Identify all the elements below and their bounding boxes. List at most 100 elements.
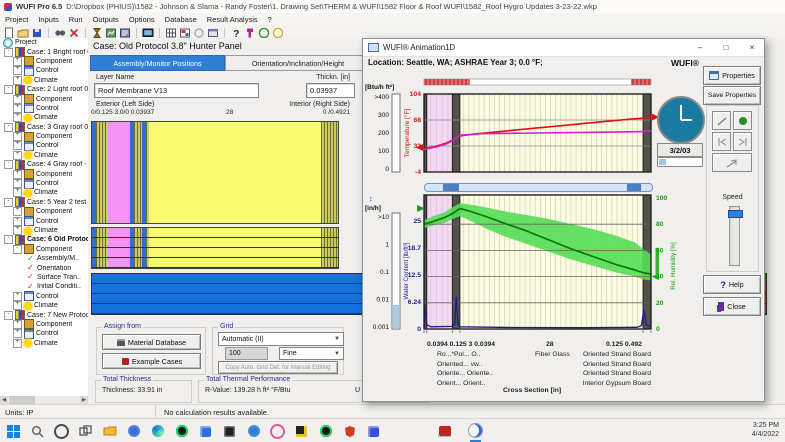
record-button[interactable] (733, 111, 752, 130)
results-icon[interactable] (119, 27, 131, 39)
tree-item-component[interactable]: -Component (0, 245, 88, 254)
expander-icon[interactable]: - (13, 245, 22, 254)
tree-item-control[interactable]: +Control (0, 66, 88, 75)
expander-icon[interactable]: + (13, 141, 22, 150)
expander-icon[interactable]: + (13, 170, 22, 179)
tree-item-climate[interactable]: +Climate (0, 76, 88, 85)
new-file-icon[interactable] (3, 27, 15, 39)
tree-item-component[interactable]: +Component (0, 57, 88, 66)
expander-icon[interactable]: + (13, 292, 22, 301)
tree-subitem[interactable]: ✓Assembly/M.. (0, 254, 88, 263)
spotify-icon[interactable] (174, 424, 189, 439)
tree-item-component[interactable]: +Component (0, 320, 88, 329)
start-icon[interactable] (6, 424, 21, 439)
example-cases-button[interactable]: Example Cases (102, 353, 201, 369)
expander-icon[interactable]: - (4, 198, 13, 207)
tab-orientation-inclination-height[interactable]: Orientation/Inclination/Height (225, 55, 371, 71)
tree-item-component[interactable]: +Component (0, 169, 88, 178)
grid-quality-select[interactable]: Fine▼ (279, 347, 344, 360)
tree-item-climate[interactable]: +Climate (0, 301, 88, 310)
dev-app-icon[interactable] (198, 424, 213, 439)
expander-icon[interactable]: + (13, 301, 22, 310)
expander-icon[interactable]: + (13, 188, 22, 197)
tree-case-7[interactable]: -Case: 7 New Protoc... (0, 310, 88, 319)
photos-app-icon[interactable] (222, 424, 237, 439)
expander-icon[interactable]: - (4, 311, 13, 320)
media-app-icon[interactable] (126, 424, 141, 439)
maximize-button[interactable]: □ (715, 40, 737, 55)
expander-icon[interactable]: + (13, 320, 22, 329)
save-project-icon[interactable] (31, 27, 43, 39)
tree-item-control[interactable]: +Control (0, 104, 88, 113)
expander-icon[interactable]: + (13, 113, 22, 122)
expander-icon[interactable]: + (13, 132, 22, 141)
health-app-icon[interactable] (270, 424, 285, 439)
coin-yellow-icon[interactable] (272, 27, 284, 39)
tree-subitem[interactable]: ✓Initial Conditi.. (0, 282, 88, 291)
tree-item-climate[interactable]: +Climate (0, 339, 88, 348)
menu-item-database[interactable]: Database (160, 15, 202, 24)
menu-item-[interactable]: ? (263, 15, 277, 24)
help-icon[interactable]: ? (230, 27, 242, 39)
expander-icon[interactable]: + (13, 179, 22, 188)
tree-item-component[interactable]: +Component (0, 207, 88, 216)
expander-icon[interactable]: + (13, 66, 22, 75)
tree-case-1[interactable]: -Case: 1 Bright roof 0... (0, 47, 88, 56)
expander-icon[interactable]: + (13, 76, 22, 85)
edge-icon[interactable] (150, 424, 165, 439)
grid-cells-input[interactable]: 100 (225, 347, 268, 360)
close-x-button[interactable]: × (741, 40, 763, 55)
help-button[interactable]: ? Help (703, 275, 761, 294)
sketchup-icon[interactable] (342, 424, 357, 439)
expander-icon[interactable]: + (13, 95, 22, 104)
batch-run-icon[interactable] (105, 27, 117, 39)
expander-icon[interactable]: + (13, 339, 22, 348)
expander-icon[interactable]: - (4, 123, 13, 132)
menu-item-resultanalysis[interactable]: Result Analysis (202, 15, 263, 24)
tree-item-climate[interactable]: +Climate (0, 113, 88, 122)
assembly-cross-section[interactable] (91, 121, 339, 224)
tree-case-4[interactable]: -Case: 4 Gray roof - ... (0, 160, 88, 169)
search-icon[interactable] (30, 424, 45, 439)
tree-item-component[interactable]: +Component (0, 132, 88, 141)
wufi-logo-icon[interactable] (244, 27, 256, 39)
copy-grid-button[interactable]: Copy Auto. Grid Def. for Manual Editing (218, 361, 338, 374)
tree-case-6[interactable]: -Case: 6 Old Protoc... (0, 235, 88, 244)
run-calculation-icon[interactable] (91, 27, 103, 39)
tree-item-climate[interactable]: +Climate (0, 151, 88, 160)
tree-item-control[interactable]: +Control (0, 216, 88, 225)
material-database-button[interactable]: Material Database (102, 334, 201, 350)
open-project-icon[interactable] (17, 27, 29, 39)
grid-icon[interactable] (165, 27, 177, 39)
tree-item-climate[interactable]: +Climate (0, 226, 88, 235)
expander-icon[interactable]: + (13, 226, 22, 235)
tree-item-climate[interactable]: +Climate (0, 188, 88, 197)
launch-tray-icon[interactable]: Launch (437, 423, 452, 438)
tree-root-project[interactable]: Project (0, 38, 88, 47)
menu-item-run[interactable]: Run (64, 15, 88, 24)
green-app-icon[interactable] (318, 424, 333, 439)
notes-app-icon[interactable] (294, 424, 309, 439)
search-icon[interactable] (54, 27, 66, 39)
expander-icon[interactable]: + (13, 217, 22, 226)
monitor-positions-strip[interactable] (91, 227, 339, 269)
expander-icon[interactable]: - (4, 235, 13, 244)
tree-item-control[interactable]: +Control (0, 141, 88, 150)
expander-icon[interactable]: + (13, 151, 22, 160)
expander-icon[interactable]: - (4, 160, 13, 169)
file-explorer-icon[interactable] (102, 424, 117, 439)
expander-icon[interactable]: + (13, 104, 22, 113)
expander-icon[interactable]: + (13, 207, 22, 216)
expander-icon[interactable]: + (13, 57, 22, 66)
scroll-right-arrow-icon[interactable]: ▶ (80, 396, 88, 404)
save-properties-button[interactable]: Save Properties (703, 86, 761, 105)
tab-assembly-monitor-positions[interactable]: Assembly/Monitor Positions (90, 55, 225, 71)
coin-green-icon[interactable] (258, 27, 270, 39)
close-button[interactable]: Close (703, 297, 761, 316)
scroll-left-arrow-icon[interactable]: ◀ (0, 396, 8, 404)
minimize-button[interactable]: – (689, 40, 711, 55)
tree-case-3[interactable]: -Case: 3 Gray roof 0... (0, 123, 88, 132)
wufi-taskbar-icon[interactable] (468, 423, 483, 438)
expander-icon[interactable]: - (4, 85, 13, 94)
speed-slider[interactable] (729, 206, 740, 266)
